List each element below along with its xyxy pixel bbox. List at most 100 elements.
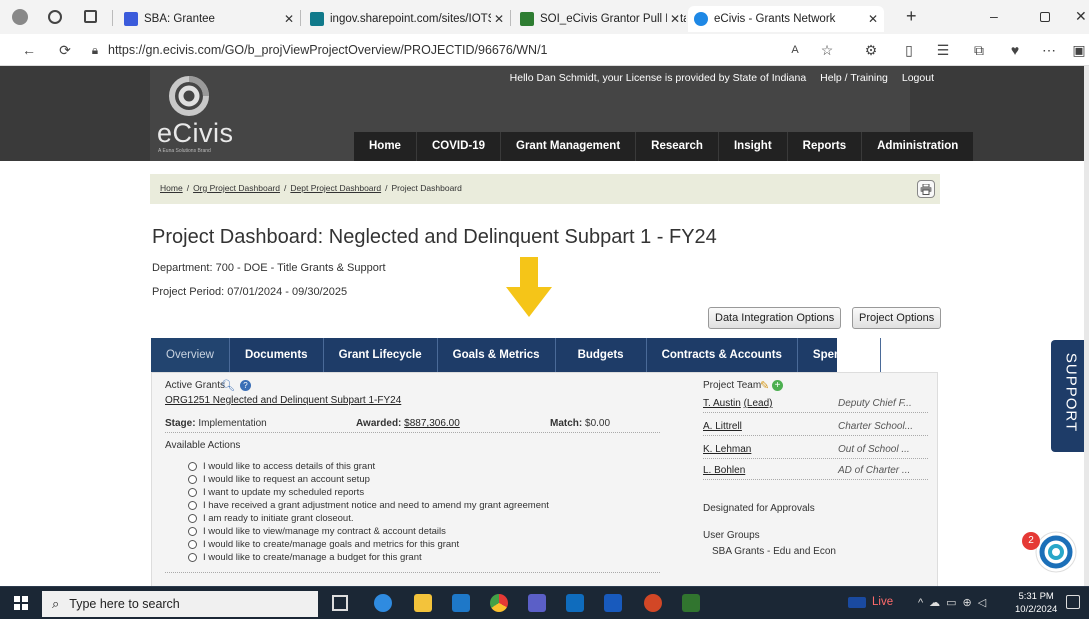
close-window-icon[interactable]: ✕ — [1075, 8, 1087, 25]
outlook-icon[interactable] — [566, 594, 584, 612]
tab-spending[interactable]: Spending — [798, 338, 882, 372]
action-radio[interactable] — [188, 501, 197, 510]
help-training-link[interactable]: Help / Training — [820, 72, 888, 84]
performance-icon[interactable]: ♥ — [1006, 41, 1024, 59]
action-radio[interactable] — [188, 475, 197, 484]
restore-icon[interactable] — [1040, 12, 1050, 22]
nav-covid-19[interactable]: COVID-19 — [417, 132, 501, 161]
help-icon[interactable]: ? — [240, 380, 251, 391]
profile-icon[interactable] — [12, 9, 28, 25]
system-tray-icons[interactable]: ^☁▭⊕◁ — [918, 596, 992, 609]
action-radio[interactable] — [188, 514, 197, 523]
action-radio[interactable] — [188, 462, 197, 471]
action-label: I would like to access details of this g… — [203, 461, 376, 472]
workspaces-icon[interactable] — [48, 10, 62, 24]
action-radio[interactable] — [188, 553, 197, 562]
close-icon[interactable]: ✕ — [666, 12, 680, 26]
chrome-icon[interactable] — [490, 594, 508, 612]
edit-pencil-icon[interactable]: ✎ — [760, 379, 769, 392]
browser-tab[interactable]: SOI_eCivis Grantor Pull Data Integ ✕ — [514, 6, 686, 32]
logout-link[interactable]: Logout — [902, 72, 934, 84]
team-member-lead[interactable]: (Lead) — [744, 398, 773, 409]
teams-icon[interactable] — [528, 594, 546, 612]
scrollbar[interactable] — [1084, 66, 1089, 586]
action-label: I would like to create/manage goals and … — [203, 539, 460, 550]
awarded-value[interactable]: $887,306.00 — [404, 418, 460, 429]
close-icon[interactable]: ✕ — [490, 12, 504, 26]
available-actions-label: Available Actions — [165, 440, 241, 451]
back-icon[interactable]: ← — [20, 41, 38, 59]
breadcrumb-dept-project-dashboard[interactable]: Dept Project Dashboard — [290, 183, 381, 193]
favorites-icon[interactable]: ☰ — [934, 41, 952, 59]
powerpoint-icon[interactable] — [644, 594, 662, 612]
team-member-name[interactable]: A. Littrell — [703, 421, 742, 432]
url-text: https://gn.ecivis.com/GO/b_projViewProje… — [108, 43, 548, 57]
file-explorer-icon[interactable] — [414, 594, 432, 612]
tab-contracts-accounts[interactable]: Contracts & Accounts — [647, 338, 798, 372]
ecivis-assistant-icon[interactable] — [1030, 526, 1078, 574]
add-member-icon[interactable]: + — [772, 380, 783, 391]
sidebar-toggle-icon[interactable]: ▣ — [1070, 41, 1088, 59]
nav-grant-management[interactable]: Grant Management — [501, 132, 637, 161]
taskbar-search[interactable]: ⌕ Type here to search — [42, 591, 318, 617]
extensions-icon[interactable]: ⚙ — [862, 41, 880, 59]
user-group-value: SBA Grants - Edu and Econ — [712, 546, 836, 557]
nav-administration[interactable]: Administration — [862, 132, 975, 161]
search-icon[interactable]: 🔍︎ — [221, 379, 235, 392]
ecivis-logo-icon[interactable] — [168, 76, 210, 116]
team-member-name[interactable]: T. Austin — [703, 398, 741, 409]
breadcrumb-home[interactable]: Home — [160, 183, 183, 193]
windows-start-icon[interactable] — [14, 596, 28, 610]
split-screen-icon[interactable]: ▯ — [900, 41, 918, 59]
collections-icon[interactable]: ⧉ — [970, 41, 988, 59]
live-widget[interactable]: Live — [848, 596, 893, 608]
minimize-icon[interactable]: – — [990, 8, 998, 24]
breadcrumb-org-project-dashboard[interactable]: Org Project Dashboard — [193, 183, 280, 193]
notifications-icon[interactable] — [1066, 595, 1080, 609]
nav-insight[interactable]: Insight — [719, 132, 788, 161]
more-menu-icon[interactable]: ⋯ — [1040, 41, 1058, 59]
breadcrumb-current: Project Dashboard — [391, 183, 462, 193]
close-icon[interactable]: ✕ — [284, 12, 294, 26]
calendar-app-icon[interactable] — [452, 594, 470, 612]
tab-overview[interactable]: Overview — [151, 338, 230, 372]
browser-tab[interactable]: ingov.sharepoint.com/sites/IOTSE ✕ — [304, 6, 510, 32]
url-field[interactable]: https://gn.ecivis.com/GO/b_projViewProje… — [108, 39, 828, 61]
word-icon[interactable] — [604, 594, 622, 612]
task-view-icon[interactable] — [332, 595, 348, 611]
tab-goals-metrics[interactable]: Goals & Metrics — [438, 338, 556, 372]
mlb-icon — [848, 596, 866, 608]
taskbar-clock[interactable]: 5:31 PM 10/2/2024 — [1015, 590, 1057, 616]
action-radio[interactable] — [188, 527, 197, 536]
action-radio[interactable] — [188, 488, 197, 497]
close-icon[interactable]: ✕ — [868, 12, 878, 26]
favorite-star-icon[interactable]: ☆ — [818, 41, 836, 59]
grant-link[interactable]: ORG1251 Neglected and Delinquent Subpart… — [165, 395, 401, 406]
refresh-icon[interactable]: ⟳ — [56, 41, 74, 59]
nav-home[interactable]: Home — [354, 132, 417, 161]
read-aloud-icon[interactable]: A — [786, 41, 804, 59]
tab-actions-icon[interactable] — [84, 10, 97, 23]
stage-row: Stage: Implementation — [165, 418, 267, 429]
search-placeholder: Type here to search — [69, 597, 180, 611]
action-label: I want to update my scheduled reports — [203, 487, 365, 498]
action-radio[interactable] — [188, 540, 197, 549]
team-member-name[interactable]: K. Lehman — [703, 444, 751, 455]
browser-tab[interactable]: SBA: Grantee ✕ — [118, 6, 300, 32]
project-options-button[interactable]: Project Options — [852, 307, 942, 329]
print-icon[interactable] — [917, 180, 935, 198]
new-tab-icon[interactable]: + — [906, 6, 917, 27]
tab-budgets[interactable]: Budgets — [556, 338, 647, 372]
browser-tab-active[interactable]: eCivis - Grants Network ✕ — [688, 6, 884, 32]
nav-research[interactable]: Research — [636, 132, 719, 161]
tab-favicon-icon — [520, 12, 534, 26]
nav-reports[interactable]: Reports — [788, 132, 863, 161]
app-icon[interactable] — [374, 594, 392, 612]
team-member-name[interactable]: L. Bohlen — [703, 465, 745, 476]
tab-documents[interactable]: Documents — [230, 338, 324, 372]
data-integration-options-button[interactable]: Data Integration Options — [708, 307, 842, 329]
tab-grant-lifecycle[interactable]: Grant Lifecycle — [324, 338, 438, 372]
tab-history[interactable]: History — [881, 338, 951, 372]
lock-icon[interactable]: 🔒︎ — [86, 41, 104, 59]
project-icon[interactable] — [682, 594, 700, 612]
